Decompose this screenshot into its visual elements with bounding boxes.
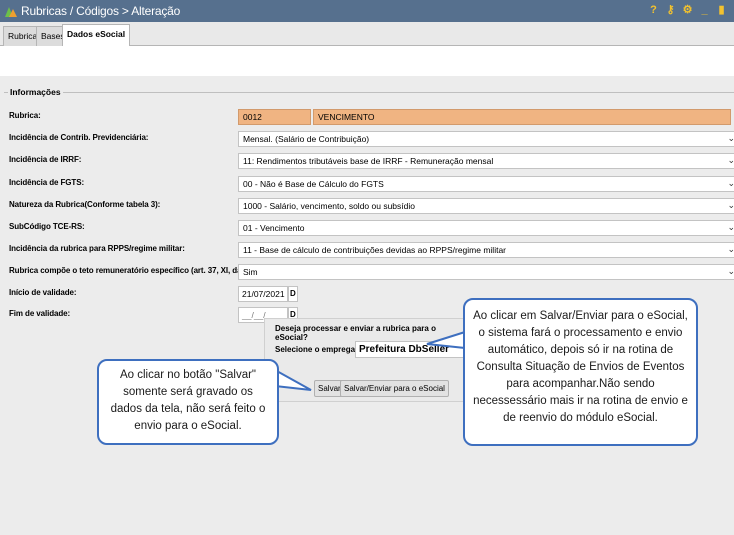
tab-bar: Rubricas Bases Dados eSocial xyxy=(0,22,734,47)
irrf-label: Incidência de IRRF: xyxy=(9,155,82,164)
chevron-down-icon: ⌄ xyxy=(727,178,734,189)
rubrica-description-field: VENCIMENTO xyxy=(313,109,731,125)
contrib-previdenciaria-row: Incidência de Contrib. Previdenciária: M… xyxy=(9,131,734,147)
fim-validade-label: Fim de validade: xyxy=(9,309,71,318)
teto-select[interactable]: Sim ⌄ xyxy=(238,264,734,280)
fim-validade-row: Fim de validade: xyxy=(9,307,229,323)
help-icon[interactable]: ? xyxy=(647,4,660,17)
right-callout-pointer xyxy=(426,330,467,350)
window-title: Rubricas / Códigos > Alteração xyxy=(21,4,181,18)
teto-row: Rubrica compõe o teto remuneratório espe… xyxy=(9,264,734,280)
send-info-callout: Ao clicar em Salvar/Enviar para o eSocia… xyxy=(463,298,698,446)
window-titlebar: Rubricas / Códigos > Alteração ? ⚷ ⚙ _ ▮ xyxy=(0,0,734,22)
left-callout-pointer xyxy=(275,368,312,391)
chevron-down-icon: ⌄ xyxy=(727,222,734,233)
fgts-label: Incidência de FGTS: xyxy=(9,178,85,187)
inicio-validade-input[interactable]: 21/07/2021 xyxy=(238,286,288,302)
chevron-down-icon: ⌄ xyxy=(727,244,734,255)
app-logo-icon xyxy=(5,7,17,17)
natureza-select[interactable]: 1000 - Salário, vencimento, soldo ou sub… xyxy=(238,198,734,214)
chevron-down-icon: ⌄ xyxy=(727,155,734,166)
rpps-row: Incidência da rubrica para RPPS/regime m… xyxy=(9,242,734,258)
rubrica-label: Rubrica: xyxy=(9,111,41,120)
irrf-row: Incidência de IRRF: 11: Rendimentos trib… xyxy=(9,153,734,169)
irrf-select[interactable]: 11: Rendimentos tributáveis base de IRRF… xyxy=(238,153,734,169)
rpps-label: Incidência da rubrica para RPPS/regime m… xyxy=(9,244,185,253)
chevron-down-icon: ⌄ xyxy=(727,200,734,211)
minimize-icon[interactable]: _ xyxy=(698,4,711,17)
fieldset-legend: Informações xyxy=(8,87,63,97)
window-toolbar: ? ⚷ ⚙ _ ▮ xyxy=(647,4,728,17)
inicio-validade-label: Início de validade: xyxy=(9,288,77,297)
fgts-select[interactable]: 00 - Não é Base de Cálculo do FGTS ⌄ xyxy=(238,176,734,192)
contrib-previdenciaria-label: Incidência de Contrib. Previdenciária: xyxy=(9,133,149,142)
chevron-down-icon: ⌄ xyxy=(727,266,734,277)
inicio-calendar-button[interactable]: D xyxy=(288,286,298,302)
subcodigo-row: SubCódigo TCE-RS: 01 - Vencimento ⌄ xyxy=(9,220,734,236)
natureza-row: Natureza da Rubrica(Conforme tabela 3): … xyxy=(9,198,734,214)
contrib-previdenciaria-select[interactable]: Mensal. (Salário de Contribuição) ⌄ xyxy=(238,131,734,147)
rpps-select[interactable]: 11 - Base de cálculo de contribuições de… xyxy=(238,242,734,258)
fgts-row: Incidência de FGTS: 00 - Não é Base de C… xyxy=(9,176,734,192)
chevron-down-icon: ⌄ xyxy=(727,133,734,144)
rubrica-code-field: 0012 xyxy=(238,109,311,125)
save-info-callout: Ao clicar no botão "Salvar" somente será… xyxy=(97,359,279,445)
settings-icon[interactable]: ⚙ xyxy=(681,4,694,17)
subcodigo-select[interactable]: 01 - Vencimento ⌄ xyxy=(238,220,734,236)
subcodigo-label: SubCódigo TCE-RS: xyxy=(9,222,85,231)
tab-dados-esocial[interactable]: Dados eSocial xyxy=(62,24,131,47)
natureza-label: Natureza da Rubrica(Conforme tabela 3): xyxy=(9,200,161,209)
save-send-esocial-button[interactable]: Salvar/Enviar para o eSocial xyxy=(340,380,449,397)
key-icon[interactable]: ⚷ xyxy=(664,4,677,17)
lock-icon[interactable]: ▮ xyxy=(715,4,728,17)
inicio-validade-row: Início de validade: xyxy=(9,286,229,302)
